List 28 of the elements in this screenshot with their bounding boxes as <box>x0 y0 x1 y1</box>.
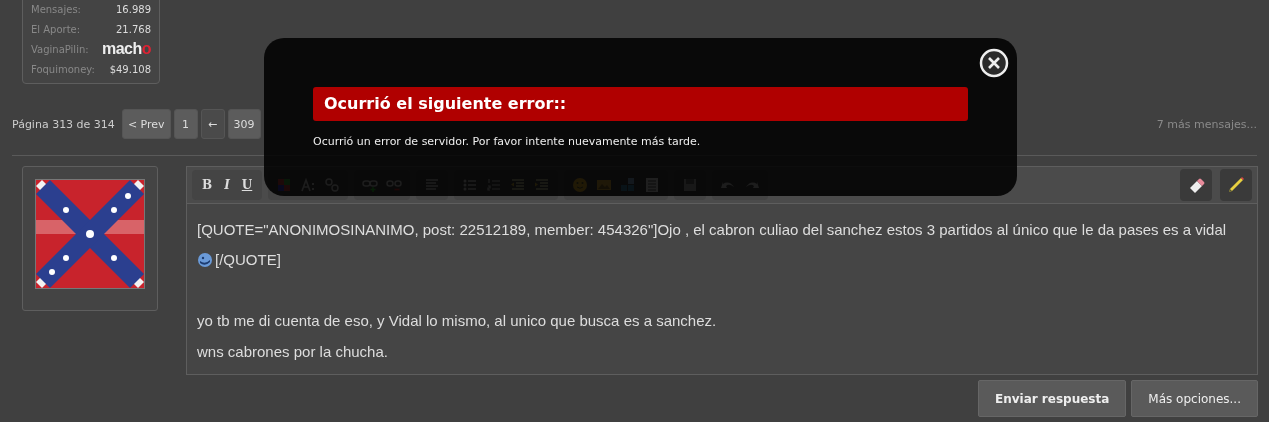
pencil-button[interactable] <box>1220 169 1252 201</box>
submit-button[interactable]: Enviar respuesta <box>977 380 1127 417</box>
page-button[interactable]: 1 <box>173 109 198 139</box>
stat-value: 21.768 <box>116 23 151 35</box>
options-button[interactable]: Más opciones... <box>1131 380 1258 417</box>
rank-logo: macho <box>101 40 151 58</box>
jump-button[interactable]: ← <box>200 109 225 139</box>
editor-text: [/QUOTE] <box>215 251 281 269</box>
pencil-icon <box>1227 176 1245 194</box>
stat-value: 16.989 <box>116 3 151 15</box>
stat-label: VaginaPilin: <box>31 43 89 55</box>
editor-text: yo tb me di cuenta de eso, y Vidal lo mismo, al unico que busca es a sanchez. <box>197 312 717 330</box>
error-title: Ocurrió el siguiente error:: <box>313 87 968 121</box>
eraser-button[interactable] <box>1180 169 1212 201</box>
stat-value: $49.108 <box>109 63 151 75</box>
stat-label: Mensajes: <box>31 3 81 15</box>
editor-text: wns cabrones por la chucha. <box>197 342 388 360</box>
format-button[interactable]: B <box>200 178 215 192</box>
stat-label: El Aporte: <box>31 23 81 35</box>
prev-button[interactable]: < Prev <box>121 109 171 139</box>
format-button[interactable]: I <box>222 178 232 192</box>
error-message: Ocurrió un error de servidor. Por favor intente nuevamente más tarde. <box>313 135 702 148</box>
page-button[interactable]: 309 <box>227 109 261 139</box>
close-icon[interactable] <box>979 48 1009 78</box>
stat-label: Foquimoney: <box>31 63 95 75</box>
editor-text: [QUOTE="ANONIMOSINANIMO, post: 22512189, member: 454326"]Ojo , el cabron culiao del sanchez estos 3 partidos al único que le da pases es a vidal <box>197 220 1227 238</box>
page-summary: Página 313 de 314 <box>12 117 115 131</box>
format-button[interactable]: U <box>239 178 255 192</box>
